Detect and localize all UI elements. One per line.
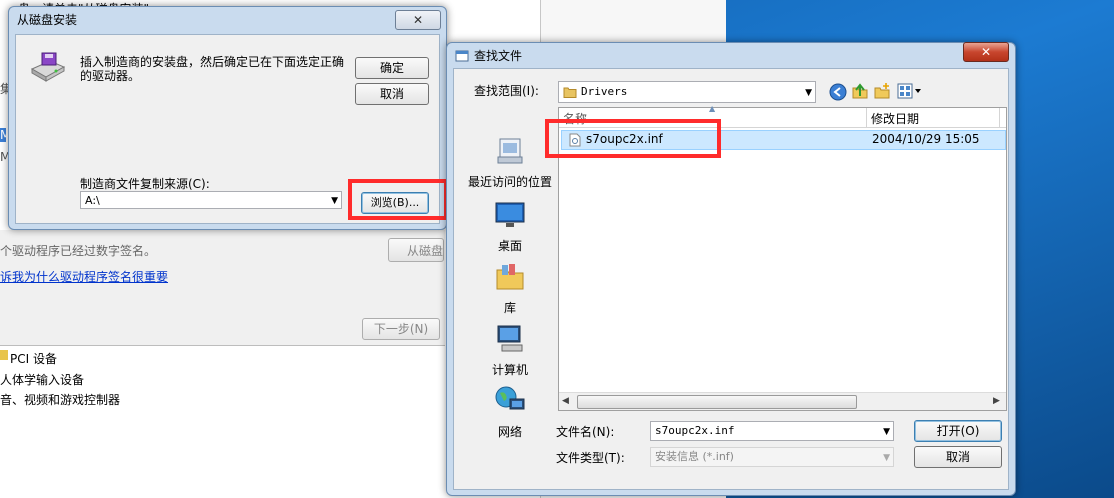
places-bar: 最近访问的位置 桌面 库 计算机 网络 (458, 107, 554, 481)
floppy-drive-icon (30, 52, 66, 82)
find-cancel-button[interactable]: 取消 (914, 446, 1002, 468)
chevron-down-icon[interactable]: ▼ (805, 83, 812, 103)
close-icon: ✕ (980, 45, 992, 59)
window-icon (455, 50, 469, 62)
back-icon[interactable] (829, 83, 847, 101)
device-item-pci[interactable]: PCI 设备 (10, 350, 57, 367)
filetype-combo[interactable]: 安装信息 (*.inf) ▼ (650, 447, 894, 467)
find-file-dialog: 查找文件 ✕ 查找范围(I): Drivers ▼ 最近访问的位置 桌面 库 计… (446, 42, 1016, 496)
install-dialog-message: 插入制造商的安装盘，然后确定已在下面选定正确的驱动器。 (80, 55, 345, 83)
open-button[interactable]: 打开(O) (914, 420, 1002, 442)
recent-places-icon (497, 138, 523, 164)
folder-icon (563, 87, 577, 98)
source-path-combo[interactable]: A:\ ▼ (80, 191, 342, 209)
pci-device-icon (0, 350, 8, 360)
scroll-right-icon[interactable]: ▶ (993, 396, 1000, 406)
place-libraries-label: 库 (503, 301, 516, 315)
look-in-value: Drivers (581, 85, 628, 98)
desktop-icon (495, 202, 525, 227)
filename-label: 文件名(N): (556, 425, 615, 439)
sort-ascending-icon: ▲ (709, 104, 716, 113)
next-button[interactable]: 下一步(N) (362, 318, 440, 340)
column-header-date[interactable]: 修改日期 (871, 110, 919, 127)
file-highlight-box (545, 119, 721, 158)
filename-combo[interactable]: s7oupc2x.inf ▼ (650, 421, 894, 441)
browse-highlight-box (348, 179, 448, 220)
place-network[interactable]: 网络 (464, 385, 556, 440)
filename-value: s7oupc2x.inf (655, 424, 735, 437)
install-dialog-title: 从磁盘安装 (17, 13, 78, 27)
ok-button[interactable]: 确定 (355, 57, 429, 79)
libraries-icon (496, 264, 524, 290)
signed-driver-text: 个驱动程序已经过数字签名。 (0, 244, 157, 258)
source-path-value: A:\ (85, 194, 100, 207)
scroll-left-icon[interactable]: ◀ (562, 396, 569, 406)
filetype-value: 安装信息 (*.inf) (655, 450, 734, 463)
filetype-label: 文件类型(T): (556, 451, 625, 465)
close-icon: ✕ (412, 13, 424, 27)
place-desktop[interactable]: 桌面 (464, 199, 556, 254)
scrollbar-thumb[interactable] (577, 395, 857, 409)
device-item-hid[interactable]: 人体学输入设备 (0, 371, 84, 388)
file-date: 2004/10/29 15:05 (872, 132, 980, 146)
from-disk-button[interactable]: 从磁盘 (388, 238, 444, 262)
network-icon (495, 386, 525, 410)
look-in-label: 查找范围(I): (474, 84, 539, 98)
find-dialog-title: 查找文件 (474, 49, 523, 63)
horizontal-scrollbar[interactable]: ◀ ▶ (559, 392, 1006, 410)
place-desktop-label: 桌面 (497, 239, 522, 253)
place-libraries[interactable]: 库 (464, 261, 556, 316)
left-fragment-2: M (0, 128, 11, 142)
chevron-down-icon[interactable]: ▼ (883, 423, 890, 441)
driver-signing-link[interactable]: 诉我为什么驱动程序签名很重要 (0, 268, 168, 285)
new-folder-icon[interactable] (873, 82, 891, 100)
find-dialog-close-button[interactable]: ✕ (963, 42, 1009, 62)
device-item-audio[interactable]: 音、视频和游戏控制器 (0, 391, 120, 408)
install-dialog-close-button[interactable]: ✕ (395, 10, 441, 30)
place-network-label: 网络 (497, 425, 522, 439)
place-recent[interactable]: 最近访问的位置 (464, 135, 556, 190)
chevron-down-icon[interactable]: ▼ (331, 192, 338, 210)
find-dialog-body: 查找范围(I): Drivers ▼ 最近访问的位置 桌面 库 计算机 网络 名… (453, 68, 1009, 490)
place-computer-label: 计算机 (491, 363, 528, 377)
place-recent-label: 最近访问的位置 (467, 175, 552, 189)
chevron-down-icon[interactable]: ▼ (883, 449, 890, 467)
source-label: 制造商文件复制来源(C): (80, 177, 210, 191)
computer-icon (497, 325, 523, 352)
view-menu-icon[interactable] (897, 83, 923, 99)
column-divider (999, 108, 1000, 127)
place-computer[interactable]: 计算机 (464, 323, 556, 378)
install-cancel-button[interactable]: 取消 (355, 83, 429, 105)
up-folder-icon[interactable] (851, 82, 869, 100)
column-divider (866, 108, 867, 127)
look-in-combo[interactable]: Drivers ▼ (558, 81, 816, 103)
